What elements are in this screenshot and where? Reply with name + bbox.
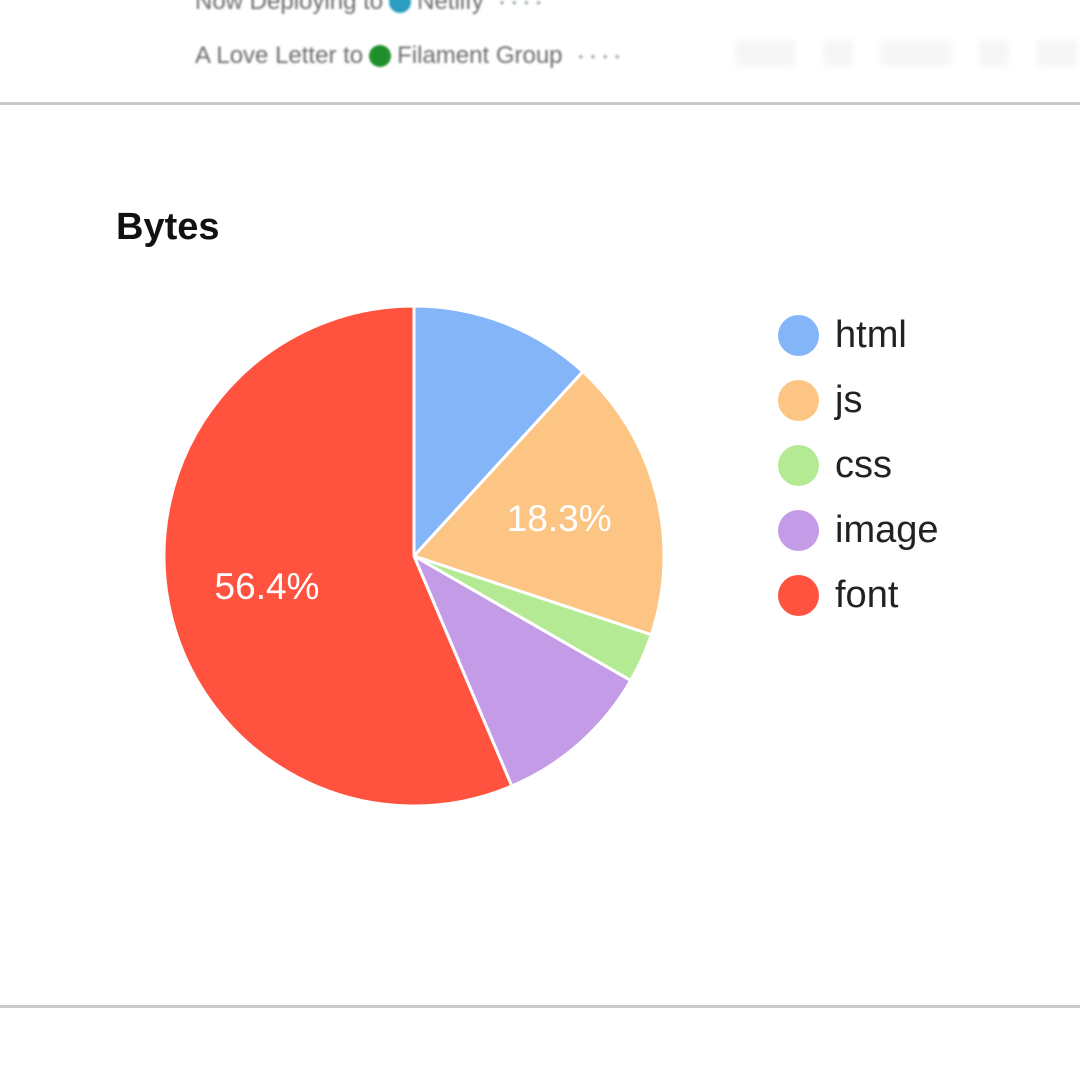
legend-item-html[interactable]: html (778, 303, 939, 368)
legend-label: js (835, 379, 863, 421)
pie-label-js: 18.3% (507, 498, 612, 539)
legend-item-font[interactable]: font (778, 563, 939, 628)
legend-label: font (835, 574, 899, 616)
legend-swatch-icon (778, 380, 819, 421)
legend-item-css[interactable]: css (778, 433, 939, 498)
chart-legend: html js css image font (778, 303, 939, 628)
section-divider-bottom (0, 1005, 1080, 1008)
legend-item-image[interactable]: image (778, 498, 939, 563)
legend-swatch-icon (778, 445, 819, 486)
legend-label: html (835, 314, 907, 356)
legend-swatch-icon (778, 315, 819, 356)
pie-label-font: 56.4% (215, 566, 320, 607)
legend-swatch-icon (778, 510, 819, 551)
legend-swatch-icon (778, 575, 819, 616)
legend-label: css (835, 444, 892, 486)
legend-label: image (835, 509, 939, 551)
legend-item-js[interactable]: js (778, 368, 939, 433)
